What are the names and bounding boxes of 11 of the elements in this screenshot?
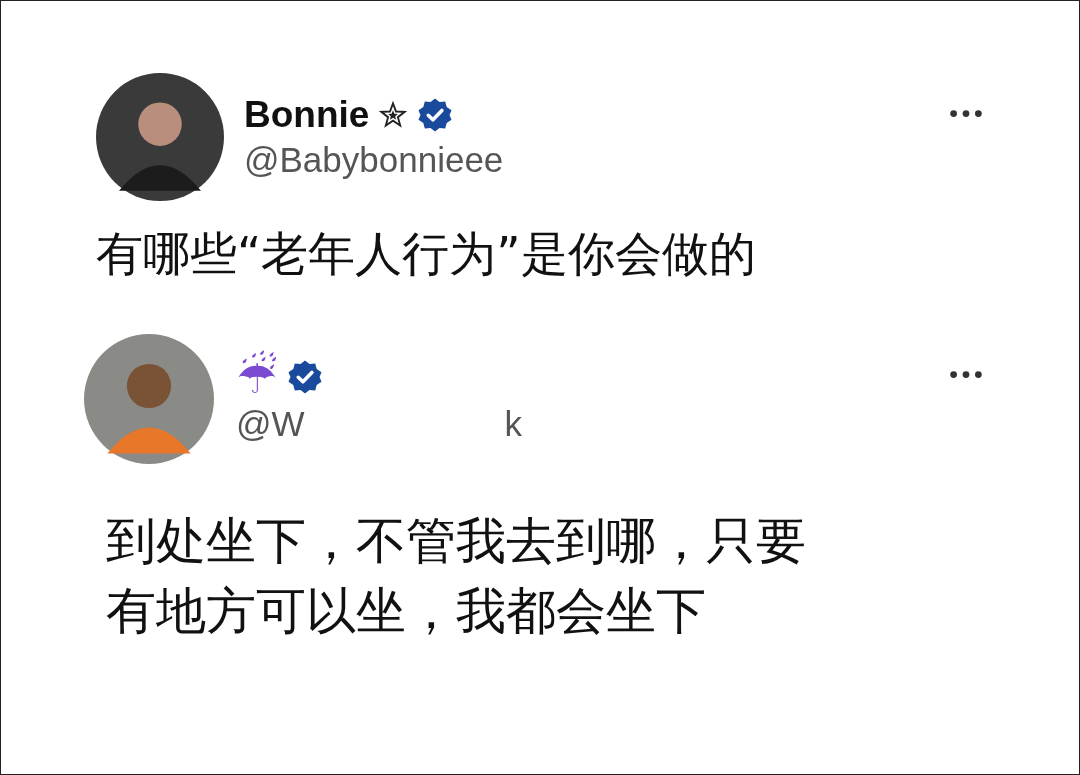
user-handle: k <box>504 404 523 444</box>
user-handle: @W <box>236 404 305 444</box>
post-text: 到处坐下，不管我去到哪，只要 <box>106 511 807 572</box>
post-text: 有哪些“老年人行为”是你会做的 <box>96 225 757 283</box>
more-options-icon[interactable] <box>949 109 983 118</box>
avatar-icon <box>84 334 214 464</box>
avatar-icon <box>96 73 224 201</box>
more-options-icon[interactable] <box>949 370 983 379</box>
post-text: 有地方可以坐，我都会坐下 <box>106 581 707 642</box>
display-name: Bonnie <box>244 94 370 136</box>
user-handle: @Babybonnieee <box>244 140 504 180</box>
